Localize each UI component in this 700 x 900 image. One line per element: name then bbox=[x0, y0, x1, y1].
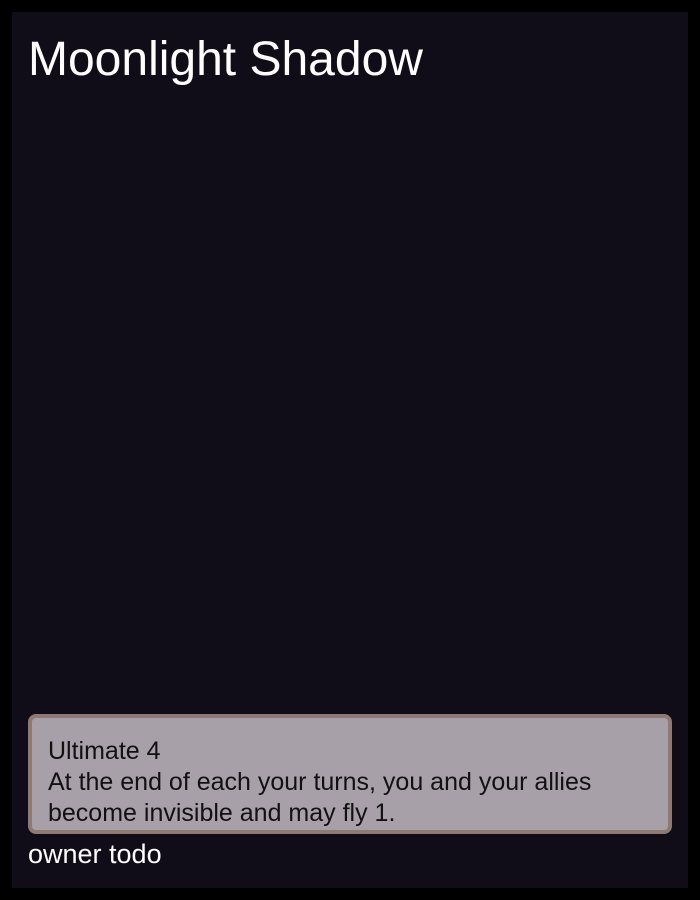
ability-name: Ultimate 4 bbox=[48, 737, 161, 765]
ability-box: Ultimate 4 At the end of each your turns… bbox=[28, 714, 672, 834]
ability-text: At the end of each your turns, you and y… bbox=[48, 768, 592, 827]
card-title: Moonlight Shadow bbox=[28, 33, 423, 86]
card: Moonlight Shadow Ultimate 4 At the end o… bbox=[12, 12, 688, 888]
card-owner: owner todo bbox=[28, 839, 162, 869]
